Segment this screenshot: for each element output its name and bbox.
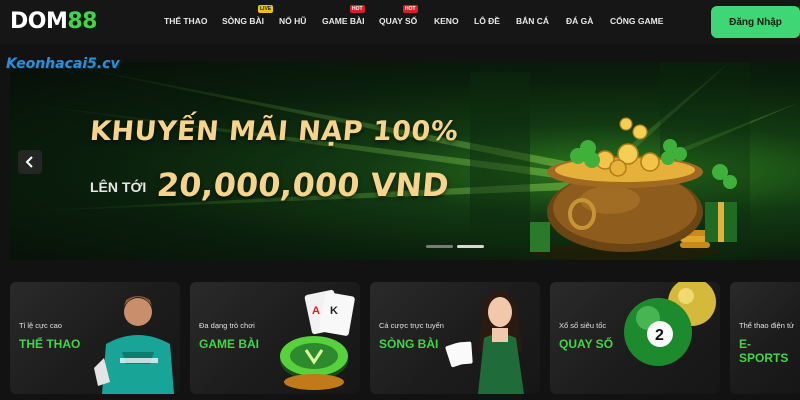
prev-slide-button[interactable]	[18, 150, 42, 174]
nav-item-quay-so[interactable]: HOT QUAY SỐ	[379, 5, 418, 26]
login-button[interactable]: Đăng Nhập	[711, 6, 800, 38]
category-row: Tỉ lệ cực cao THỂ THAO A K Đa dạng trò c…	[0, 270, 800, 400]
category-subtitle: Thể thao điện tử	[739, 321, 795, 330]
nav-item-game-bai[interactable]: HOT GAME BÀI	[322, 5, 365, 26]
logo-text-88: 88	[67, 9, 97, 34]
top-header: DOM88 THỂ THAO LIVE SÒNG BÀI NỔ HŨ HOT G…	[0, 0, 800, 44]
hot-badge: HOT	[350, 5, 365, 13]
chevron-left-icon	[25, 156, 33, 168]
nav-label: QUAY SỐ	[379, 16, 418, 26]
lottery-balls-icon: 2	[624, 282, 716, 366]
nav-label: ĐÁ GÀ	[566, 16, 594, 26]
live-badge: LIVE	[258, 5, 274, 13]
category-card-esports[interactable]: Thể thao điện tử E-SPORTS	[730, 282, 800, 394]
category-subtitle: Cá cược trực tuyến	[379, 321, 444, 330]
nav-label: GAME BÀI	[322, 16, 365, 26]
slide-dot[interactable]	[426, 245, 453, 248]
casino-dealer-icon	[445, 290, 524, 394]
nav-item-keno[interactable]: KENO	[434, 16, 459, 26]
category-title: E-SPORTS	[739, 337, 789, 365]
category-title: SÒNG BÀI	[379, 337, 439, 351]
nav-item-lo-de[interactable]: LÔ ĐỀ	[474, 16, 500, 26]
category-subtitle: Tỉ lệ cực cao	[19, 321, 62, 330]
nav-item-cong-game[interactable]: CỔNG GAME	[610, 16, 663, 26]
category-subtitle: Xổ số siêu tốc	[559, 321, 607, 330]
promo-title: KHUYẾN MÃI NẠP 100%	[88, 116, 460, 147]
football-player-icon	[94, 296, 174, 394]
nav-item-song-bai[interactable]: LIVE SÒNG BÀI	[222, 5, 274, 26]
category-title: THỂ THAO	[19, 337, 81, 351]
nav-label: LÔ ĐỀ	[474, 16, 500, 26]
nav-label: SÒNG BÀI	[222, 16, 265, 26]
slide-dot-active[interactable]	[457, 245, 484, 248]
category-title: QUAY SỐ	[559, 337, 614, 351]
ball-number: 2	[655, 327, 664, 344]
promo-subtitle: LÊN TỚI	[90, 179, 147, 195]
nav-item-the-thao[interactable]: THỂ THAO	[164, 16, 207, 26]
nav-item-no-hu[interactable]: NỔ HŨ	[279, 16, 306, 26]
nav-label: THỂ THAO	[164, 16, 208, 26]
category-subtitle: Đa dạng trò chơi	[199, 321, 255, 330]
category-card-quay-so[interactable]: 2 Xổ số siêu tốc QUAY SỐ	[550, 282, 720, 394]
promo-banner[interactable]: KHUYẾN MÃI NẠP 100% LÊN TỚI 20,000,000 V…	[10, 62, 800, 260]
category-card-game-bai[interactable]: A K Đa dạng trò chơi GAME BÀI	[190, 282, 360, 394]
category-card-song-bai[interactable]: Cá cược trực tuyến SÒNG BÀI	[370, 282, 540, 394]
playing-cards-icon: A K	[280, 289, 355, 390]
nav-label: BẮN CÁ	[516, 16, 550, 26]
slide-indicators	[426, 245, 484, 249]
nav-item-ban-ca[interactable]: BẮN CÁ	[516, 16, 549, 26]
promo-amount: 20,000,000 VND	[155, 166, 451, 204]
card-letter-k: K	[330, 305, 338, 317]
nav-item-da-ga[interactable]: ĐÁ GÀ	[566, 16, 593, 26]
category-card-the-thao[interactable]: Tỉ lệ cực cao THỂ THAO	[10, 282, 180, 394]
logo-text-dom: DOM	[10, 9, 68, 34]
nav-label: CỔNG GAME	[610, 16, 664, 26]
hot-badge: HOT	[403, 5, 418, 13]
category-title: GAME BÀI	[199, 337, 259, 351]
site-watermark: Keonhacai5.cv	[6, 56, 120, 72]
dom88-logo[interactable]: DOM88	[10, 9, 97, 34]
nav-label: KENO	[434, 16, 459, 26]
nav-label: NỔ HŨ	[279, 16, 307, 26]
pot-of-gold-icon	[530, 117, 737, 260]
card-letter-a: A	[312, 305, 320, 317]
